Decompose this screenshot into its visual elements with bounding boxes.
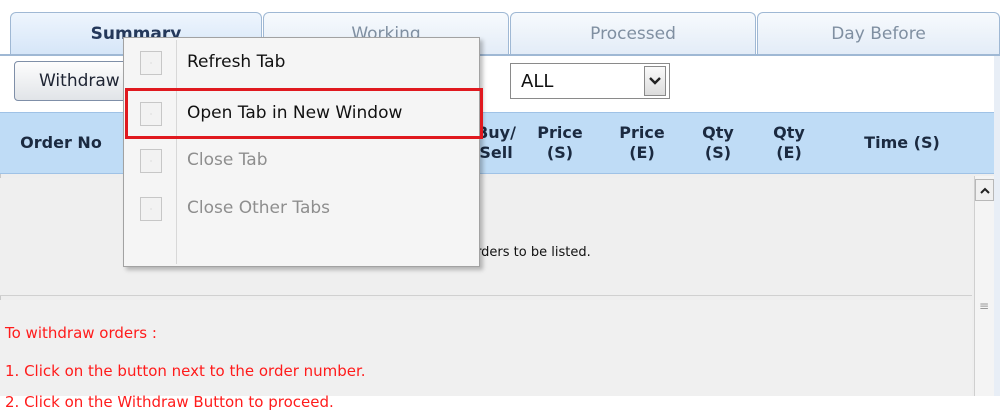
col-qty-e-line1: Qty [773,123,805,142]
withdraw-button-label: Withdraw [39,71,120,91]
col-qty-e[interactable]: Qty (E) [760,113,818,173]
withdraw-instructions: To withdraw orders : 1. Click on the but… [0,300,972,411]
menu-item-label: Close Other Tabs [187,198,331,218]
tab-day-before[interactable]: Day Before [757,12,1000,54]
menu-item-label: Close Tab [187,150,268,170]
col-buy-sell-line2: Sell [479,143,513,162]
tab-processed[interactable]: Processed [510,12,756,54]
col-price-e[interactable]: Price (E) [608,113,676,173]
col-order-no-label: Order No [20,133,102,152]
highlight-box [125,88,483,139]
scroll-grip-icon[interactable]: ≡ [979,299,989,313]
menu-checkbox-icon: · [140,197,162,221]
col-price-e-line1: Price [619,123,665,142]
scroll-up-button[interactable] [975,179,994,201]
context-menu: · Refresh Tab · Open Tab in New Window ·… [123,37,480,267]
col-price-s-line2: (S) [546,143,574,162]
col-price-e-line2: (E) [629,143,655,162]
col-qty-s-line2: (S) [704,143,732,162]
filter-select[interactable]: ALL [510,63,670,99]
instructions-step: 1. Click on the button next to the order… [5,362,366,380]
menu-item-refresh-tab[interactable]: · Refresh Tab [126,40,477,86]
chevron-up-icon [979,187,990,194]
col-price-s-line1: Price [537,123,583,142]
col-order-no[interactable]: Order No [0,113,122,173]
panel-edge [994,56,1000,396]
menu-checkbox-icon: · [140,51,162,75]
col-qty-s-line1: Qty [702,123,734,142]
tab-label: Processed [590,23,676,44]
vertical-scrollbar[interactable]: ≡ [974,176,994,396]
col-price-s[interactable]: Price (S) [528,113,592,173]
tab-label: Day Before [831,23,926,44]
instructions-heading: To withdraw orders : [5,324,157,342]
menu-item-close-other-tabs[interactable]: · Close Other Tabs [126,186,477,232]
chevron-down-icon[interactable] [644,66,666,96]
menu-item-close-tab[interactable]: · Close Tab [126,138,477,184]
menu-checkbox-icon: · [140,149,162,173]
col-qty-s[interactable]: Qty (S) [690,113,746,173]
col-time-s-label: Time (S) [864,133,940,152]
menu-item-label: Refresh Tab [187,52,286,72]
col-time-s[interactable]: Time (S) [832,113,972,173]
col-qty-e-line2: (E) [776,143,802,162]
filter-select-value: ALL [521,70,554,92]
